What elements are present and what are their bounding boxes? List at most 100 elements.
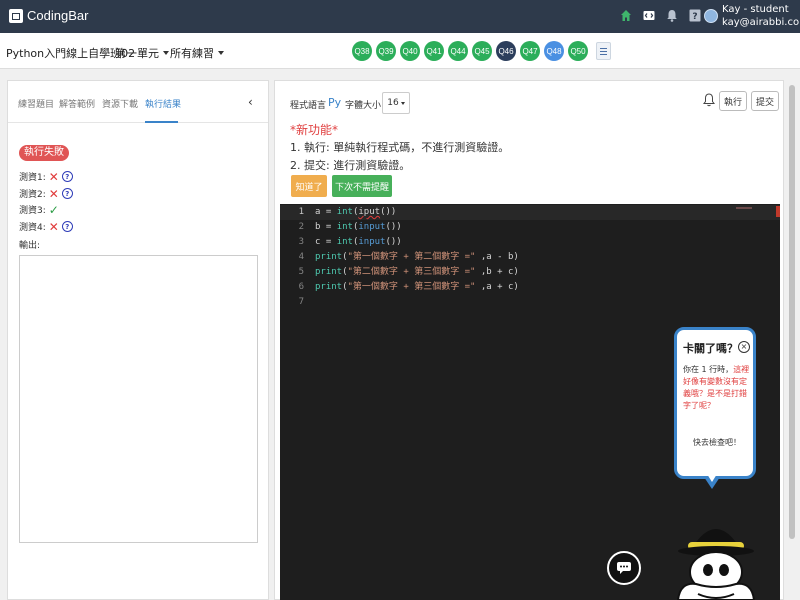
test-case-label: 測資4: bbox=[19, 223, 46, 233]
hint-check-label: 快去檢查吧！ bbox=[693, 438, 741, 447]
hint-message-prefix: 你在 1 行時， bbox=[683, 365, 734, 374]
top-navbar: CodingBar ? Kay - student kay@airabbi.co… bbox=[0, 0, 800, 33]
practice-dropdown[interactable]: 所有練習 bbox=[170, 45, 224, 61]
user-email: kay@airabbi.com bbox=[722, 17, 800, 28]
test-case-label: 測資1: bbox=[19, 173, 46, 183]
chevron-down-icon bbox=[218, 51, 224, 55]
hint-title: 卡關了嗎？ bbox=[683, 342, 738, 355]
fail-icon: ✕ bbox=[48, 219, 59, 234]
question-list-menu-icon[interactable] bbox=[596, 42, 611, 60]
question-button[interactable]: Q47 bbox=[520, 41, 540, 61]
language-label: 程式語言 bbox=[290, 101, 327, 111]
chat-button[interactable] bbox=[607, 551, 641, 585]
question-button[interactable]: Q39 bbox=[376, 41, 396, 61]
font-size-select[interactable]: 16 bbox=[382, 92, 410, 114]
feature-line-run: 1. 執行: 單純執行程式碼，不進行測資驗證。 bbox=[290, 141, 510, 154]
help-icon[interactable]: ? bbox=[689, 9, 701, 22]
code-line[interactable]: 2 b = int(input()) bbox=[280, 220, 780, 235]
collapse-panel-icon[interactable]: ‹ bbox=[248, 95, 253, 109]
unit-dropdown-label: 第一單元 bbox=[115, 47, 159, 60]
test-case-row: 測資3: ✓ bbox=[19, 202, 59, 217]
font-size-value: 16 bbox=[387, 98, 399, 108]
test-case-row: 測資1: ✕ ? bbox=[19, 170, 73, 183]
tab-results[interactable]: 執行結果 bbox=[145, 97, 181, 110]
test-case-row: 測資4: ✕ ? bbox=[19, 220, 73, 233]
detective-mascot bbox=[676, 529, 756, 600]
hint-message: 你在 1 行時，這裡好像有變數沒有定義哦？是不是打錯字了呢？ bbox=[683, 364, 753, 412]
code-line[interactable]: 5 print("第二個數字 + 第三個數字 =" ,b + c) bbox=[280, 265, 780, 280]
code-text: a = int(iput()) bbox=[315, 207, 397, 217]
question-button[interactable]: Q50 bbox=[568, 41, 588, 61]
question-button-current[interactable]: Q46 bbox=[496, 41, 516, 61]
results-panel: 練習題目 解答範例 資源下載 執行結果 ‹ 執行失敗 測資1: ✕ ? 測資2:… bbox=[7, 80, 269, 600]
bell-icon[interactable] bbox=[666, 9, 678, 22]
line-number: 7 bbox=[298, 297, 304, 307]
active-tab-indicator bbox=[145, 121, 178, 123]
question-button[interactable]: Q38 bbox=[352, 41, 372, 61]
user-name[interactable]: Kay - student bbox=[722, 4, 789, 16]
line-number: 5 bbox=[298, 267, 304, 277]
question-button[interactable]: Q44 bbox=[448, 41, 468, 61]
pass-check-icon: ✓ bbox=[48, 202, 59, 217]
svg-text:?: ? bbox=[692, 12, 697, 22]
got-it-button[interactable]: 知道了 bbox=[291, 175, 327, 197]
help-circle-icon[interactable]: ? bbox=[61, 221, 73, 232]
chevron-down-icon bbox=[163, 51, 169, 55]
codingbar-logo-icon bbox=[9, 8, 23, 23]
help-circle-icon[interactable]: ? bbox=[61, 188, 73, 199]
home-icon[interactable] bbox=[620, 9, 632, 22]
new-feature-title: *新功能* bbox=[290, 123, 339, 137]
question-navigator: Q38 Q39 Q40 Q41 Q44 Q45 Q46 Q47 Q48 Q50 bbox=[352, 41, 611, 61]
code-line[interactable]: 6 print("第一個數字 + 第三個數字 =" ,a + c) bbox=[280, 280, 780, 295]
hint-bubble: 卡關了嗎？ × 你在 1 行時，這裡好像有變數沒有定義哦？是不是打錯字了呢？ 快… bbox=[674, 327, 756, 479]
test-case-row: 測資2: ✕ ? bbox=[19, 187, 73, 200]
brand-logo[interactable]: CodingBar bbox=[9, 8, 88, 23]
submit-button[interactable]: 提交 bbox=[751, 91, 779, 111]
close-icon[interactable]: × bbox=[738, 341, 750, 353]
avatar[interactable] bbox=[704, 9, 718, 23]
course-toolbar: Python入門線上自學班02 第一單元 所有練習 Q38 Q39 Q40 Q4… bbox=[0, 33, 800, 69]
line-number: 2 bbox=[298, 222, 304, 232]
page-scrollbar[interactable] bbox=[784, 80, 800, 600]
question-button[interactable]: Q41 bbox=[424, 41, 444, 61]
line-number: 6 bbox=[298, 282, 304, 292]
code-line[interactable]: 1 a = int(iput()) bbox=[280, 205, 780, 220]
question-button[interactable]: Q40 bbox=[400, 41, 420, 61]
question-button-selected[interactable]: Q48 bbox=[544, 41, 564, 61]
dont-remind-button[interactable]: 下次不需提醒 bbox=[332, 175, 392, 197]
tab-problem[interactable]: 練習題目 bbox=[18, 97, 54, 110]
code-icon[interactable] bbox=[643, 9, 655, 22]
code-line[interactable]: 3 c = int(input()) bbox=[280, 235, 780, 250]
notification-bell-icon[interactable] bbox=[701, 92, 717, 108]
code-text: c = int(input()) bbox=[315, 237, 402, 247]
feature-line-submit: 2. 提交: 進行測資驗證。 bbox=[290, 159, 411, 172]
fail-icon: ✕ bbox=[48, 186, 59, 201]
output-label: 輸出: bbox=[19, 241, 41, 251]
chat-icon bbox=[617, 562, 631, 574]
code-text: print("第二個數字 + 第三個數字 =" ,b + c) bbox=[315, 267, 519, 277]
tab-resources[interactable]: 資源下載 bbox=[102, 97, 138, 110]
fail-icon: ✕ bbox=[48, 169, 59, 184]
scrollbar-error-marker bbox=[776, 206, 780, 217]
language-value[interactable]: Py bbox=[328, 96, 341, 109]
practice-dropdown-label: 所有練習 bbox=[170, 47, 214, 60]
panel-tabs: 練習題目 解答範例 資源下載 執行結果 ‹ bbox=[8, 81, 268, 123]
code-text: print("第一個數字 + 第三個數字 =" ,a + c) bbox=[315, 282, 519, 292]
status-badge: 執行失敗 bbox=[19, 145, 69, 161]
page-scrollbar-thumb[interactable] bbox=[789, 85, 795, 539]
code-line[interactable]: 4 print("第一個數字 + 第二個數字 =" ,a - b) bbox=[280, 250, 780, 265]
hint-bubble-tail bbox=[704, 474, 720, 489]
run-button[interactable]: 執行 bbox=[719, 91, 747, 111]
help-circle-icon[interactable]: ? bbox=[61, 171, 73, 182]
test-case-label: 測資3: bbox=[19, 206, 46, 216]
tab-solution[interactable]: 解答範例 bbox=[59, 97, 95, 110]
test-case-label: 測資2: bbox=[19, 190, 46, 200]
output-box[interactable] bbox=[19, 255, 258, 543]
question-button[interactable]: Q45 bbox=[472, 41, 492, 61]
code-line[interactable]: 7 bbox=[280, 295, 780, 310]
line-number: 1 bbox=[298, 207, 304, 217]
code-text: b = int(input()) bbox=[315, 222, 402, 232]
line-number: 3 bbox=[298, 237, 304, 247]
font-size-label: 字體大小 bbox=[345, 101, 382, 111]
unit-dropdown[interactable]: 第一單元 bbox=[115, 45, 169, 61]
